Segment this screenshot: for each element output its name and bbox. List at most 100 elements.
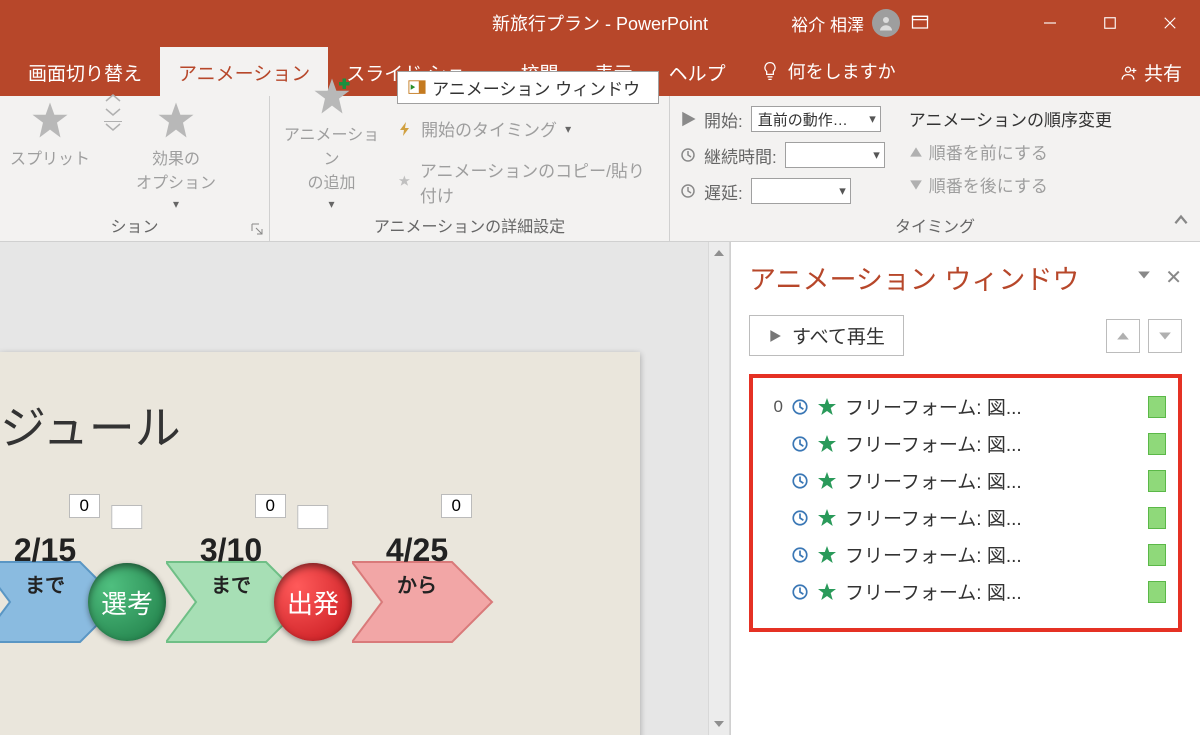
play-all-button[interactable]: すべて再生: [749, 315, 904, 356]
star-plus-icon: [311, 75, 353, 117]
collapse-ribbon-button[interactable]: [1172, 212, 1190, 235]
trigger-label: 開始のタイミング: [421, 116, 557, 141]
star-brush-icon: [397, 174, 412, 190]
slide-title-text: ジュール: [0, 352, 640, 458]
animation-painter-label: アニメーションのコピー/貼り付け: [420, 157, 659, 207]
scroll-up-button[interactable]: [709, 242, 729, 264]
star-icon: [817, 508, 837, 528]
maximize-button[interactable]: [1080, 0, 1140, 46]
clock-icon: [791, 435, 809, 453]
chevron-up-icon: [104, 93, 122, 103]
start-combo[interactable]: 直前の動作…: [751, 106, 881, 132]
pane-icon: [408, 79, 426, 97]
timeline-bar: [1148, 470, 1166, 492]
pane-options-button[interactable]: [1137, 268, 1151, 287]
arrow-shape[interactable]: 0 4/25 から: [352, 542, 482, 662]
ribbon-display-options-button[interactable]: [900, 0, 940, 46]
animation-list-item[interactable]: フリーフォーム: 図...: [761, 499, 1170, 536]
animation-list-item[interactable]: フリーフォーム: 図...: [761, 536, 1170, 573]
move-later-label: 順番を後にする: [929, 172, 1048, 197]
main-area: ジュール 0 2/15 まで 選考0 0 3/10 まで 出発0 0 4/25 …: [0, 242, 1200, 735]
animation-index-badge: 0: [111, 505, 142, 529]
tab-transition[interactable]: 画面切り替え: [10, 47, 160, 96]
animation-index-badge: 0: [69, 494, 100, 518]
tell-me-search[interactable]: 何をしますか: [744, 46, 912, 96]
window-controls: [1020, 0, 1200, 46]
animation-index-badge: 0: [297, 505, 328, 529]
lightbulb-icon: [760, 61, 780, 81]
lightning-icon: [397, 121, 413, 137]
animation-pane-title: アニメーション ウィンドウ: [749, 258, 1079, 297]
delay-spinner[interactable]: [751, 178, 851, 204]
arrow-date-label: 2/15 まで: [14, 532, 76, 598]
animation-pane-toggle[interactable]: アニメーション ウィンドウ: [397, 71, 659, 104]
duration-label: 継続時間:: [704, 143, 777, 168]
share-button[interactable]: 共有: [1118, 59, 1182, 86]
clock-icon: [791, 509, 809, 527]
titlebar: 新旅行プラン - PowerPoint 裕介 相澤: [0, 0, 1200, 46]
reorder-title: アニメーションの順序変更: [909, 106, 1112, 131]
scroll-track[interactable]: [709, 264, 729, 713]
animation-index-badge: 0: [441, 494, 472, 518]
move-earlier-button[interactable]: 順番を前にする: [909, 139, 1112, 164]
triangle-up-icon: [909, 145, 923, 159]
ribbon-group-timing: 開始: 直前の動作… 継続時間: 遅延: アニメーションの順序変更: [670, 96, 1200, 241]
add-animation-button[interactable]: アニメーション の追加 ▾: [280, 69, 383, 211]
animation-list-highlight: 0 フリーフォーム: 図... フリーフォーム: 図... フリーフォーム: 図…: [749, 374, 1182, 632]
star-icon: [817, 397, 837, 417]
move-up-button[interactable]: [1106, 319, 1140, 353]
clock-icon: [791, 472, 809, 490]
clock-icon: [680, 183, 696, 199]
triangle-down-icon: [909, 178, 923, 192]
minimize-button[interactable]: [1020, 0, 1080, 46]
arrow-date-label: 3/10 まで: [200, 532, 262, 598]
move-later-button[interactable]: 順番を後にする: [909, 172, 1112, 197]
animation-style-button[interactable]: スプリット: [10, 93, 90, 169]
star-icon: [817, 434, 837, 454]
star-icon: [155, 99, 197, 141]
animation-list-item[interactable]: フリーフォーム: 図...: [761, 573, 1170, 610]
tell-me-label: 何をしますか: [788, 58, 896, 84]
tab-help[interactable]: ヘルプ: [651, 47, 744, 96]
timeline-bar: [1148, 544, 1166, 566]
milestone-circle[interactable]: 出発0: [274, 563, 352, 641]
animation-index-badge: 0: [255, 494, 286, 518]
animation-painter-button[interactable]: アニメーションのコピー/貼り付け: [397, 157, 659, 207]
vertical-scrollbar[interactable]: [708, 242, 730, 735]
animation-list-item[interactable]: フリーフォーム: 図...: [761, 462, 1170, 499]
slide-editor[interactable]: ジュール 0 2/15 まで 選考0 0 3/10 まで 出発0 0 4/25 …: [0, 242, 708, 735]
item-label: フリーフォーム: 図...: [845, 504, 1022, 531]
play-all-label: すべて再生: [792, 322, 885, 349]
trigger-button[interactable]: 開始のタイミング ▾: [397, 116, 659, 141]
add-animation-label: アニメーション の追加: [280, 121, 383, 193]
ribbon-group-label: タイミング: [680, 211, 1190, 239]
animation-list-item[interactable]: 0 フリーフォーム: 図...: [761, 388, 1170, 425]
close-button[interactable]: [1140, 0, 1200, 46]
delay-label: 遅延:: [704, 179, 743, 204]
move-down-button[interactable]: [1148, 319, 1182, 353]
slide-canvas[interactable]: ジュール 0 2/15 まで 選考0 0 3/10 まで 出発0 0 4/25 …: [0, 352, 640, 735]
gallery-expand-button[interactable]: [104, 93, 122, 131]
share-label: 共有: [1144, 59, 1182, 86]
timeline-bar: [1148, 507, 1166, 529]
scroll-down-button[interactable]: [709, 713, 729, 735]
effect-options-label: 効果の オプション: [136, 145, 216, 193]
animation-list-item[interactable]: フリーフォーム: 図...: [761, 425, 1170, 462]
ribbon: スプリット 効果の オプション ▾ ション アニメーション の追加 ▾: [0, 96, 1200, 242]
effect-options-button[interactable]: 効果の オプション ▾: [136, 93, 216, 211]
duration-spinner[interactable]: [785, 142, 885, 168]
item-label: フリーフォーム: 図...: [845, 541, 1022, 568]
item-index: 0: [765, 397, 783, 417]
dialog-launcher-button[interactable]: [249, 221, 265, 237]
chevron-down-icon: ▾: [329, 197, 335, 211]
pane-close-button[interactable]: ✕: [1165, 265, 1182, 290]
timeline-bar: [1148, 396, 1166, 418]
animation-pane-label: アニメーション ウィンドウ: [432, 75, 640, 100]
milestone-circle[interactable]: 選考0: [88, 563, 166, 641]
account-info[interactable]: 裕介 相澤: [791, 9, 900, 37]
star-icon: [817, 545, 837, 565]
ribbon-group-label: ション: [10, 211, 259, 239]
chevron-down-icon: [104, 121, 122, 131]
user-name: 裕介 相澤: [791, 11, 864, 36]
chevron-down-icon: ▾: [173, 197, 179, 211]
